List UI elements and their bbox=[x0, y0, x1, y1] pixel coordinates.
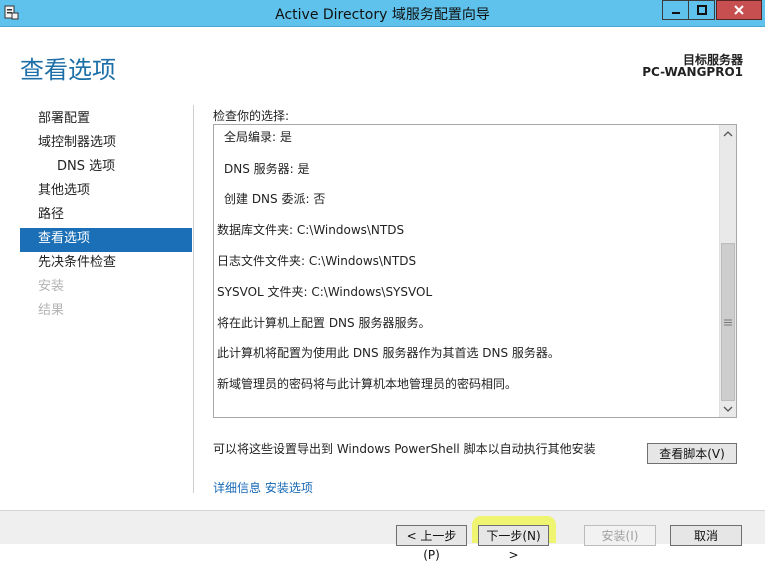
install-options-link[interactable]: 安装选项 bbox=[265, 481, 313, 495]
details-link[interactable]: 详细信息 bbox=[213, 481, 261, 495]
nav-item-review-options[interactable]: 查看选项 bbox=[20, 228, 192, 252]
nav-item-deployment-config[interactable]: 部署配置 bbox=[20, 108, 192, 132]
chevron-up-icon bbox=[723, 130, 733, 136]
scroll-down-button[interactable] bbox=[720, 400, 736, 417]
review-line-global-catalog: 全局编录: 是 bbox=[224, 130, 292, 144]
review-line-admin-password: 新域管理员的密码将与此计算机本地管理员的密码相同。 bbox=[217, 377, 518, 391]
review-line-dns-delegation: 创建 DNS 委派: 否 bbox=[224, 192, 326, 206]
review-line-sysvol-folder: SYSVOL 文件夹: C:\Windows\SYSVOL bbox=[217, 285, 433, 299]
review-line-database-folder: 数据库文件夹: C:\Windows\NTDS bbox=[217, 223, 405, 237]
export-script-description: 可以将这些设置导出到 Windows PowerShell 脚本以自动执行其他安… bbox=[213, 442, 596, 456]
scroll-thumb[interactable] bbox=[721, 243, 735, 401]
nav-item-additional-options[interactable]: 其他选项 bbox=[20, 180, 192, 204]
view-script-button[interactable]: 查看脚本(V) bbox=[647, 443, 737, 464]
minimize-button[interactable] bbox=[662, 0, 689, 20]
maximize-icon bbox=[696, 5, 707, 15]
review-line-preferred-dns: 此计算机将配置为使用此 DNS 服务器作为其首选 DNS 服务器。 bbox=[217, 346, 560, 360]
review-line-log-folder: 日志文件文件夹: C:\Windows\NTDS bbox=[217, 254, 417, 268]
nav-item-results: 结果 bbox=[38, 303, 65, 318]
nav-item-installation: 安装 bbox=[38, 279, 65, 294]
nav-item-dc-options[interactable]: 域控制器选项 bbox=[20, 132, 192, 156]
help-links: 详细信息 安装选项 bbox=[213, 479, 313, 496]
target-server-name: PC-WANGPRO1 bbox=[642, 65, 743, 79]
nav-item-prerequisites-check[interactable]: 先决条件检查 bbox=[20, 252, 192, 276]
page-title: 查看选项 bbox=[20, 56, 116, 84]
chevron-down-icon bbox=[723, 406, 733, 412]
title-bar: Active Directory 域服务配置向导 bbox=[0, 0, 765, 27]
review-selections-label: 检查你的选择: bbox=[213, 109, 290, 123]
scroll-up-button[interactable] bbox=[720, 125, 736, 142]
nav-item-dns-options[interactable]: DNS 选项 bbox=[20, 156, 192, 180]
window-title: Active Directory 域服务配置向导 bbox=[275, 7, 490, 23]
minimize-icon bbox=[671, 12, 680, 14]
nav-item-paths[interactable]: 路径 bbox=[20, 204, 192, 228]
review-line-dns-server: DNS 服务器: 是 bbox=[224, 162, 310, 176]
close-button[interactable] bbox=[716, 0, 762, 20]
wizard-steps-nav: 部署配置 域控制器选项 DNS 选项 其他选项 路径 查看选项 先决条件检查 安… bbox=[20, 108, 192, 324]
grip-icon bbox=[724, 319, 732, 325]
maximize-button[interactable] bbox=[688, 0, 715, 20]
review-scrollbar[interactable] bbox=[719, 125, 736, 417]
close-icon bbox=[734, 5, 744, 15]
review-line-dns-service: 将在此计算机上配置 DNS 服务器服务。 bbox=[217, 316, 431, 330]
review-textbox[interactable]: 全局编录: 是 DNS 服务器: 是 创建 DNS 委派: 否 数据库文件夹: … bbox=[213, 124, 737, 418]
nav-divider bbox=[193, 105, 194, 493]
